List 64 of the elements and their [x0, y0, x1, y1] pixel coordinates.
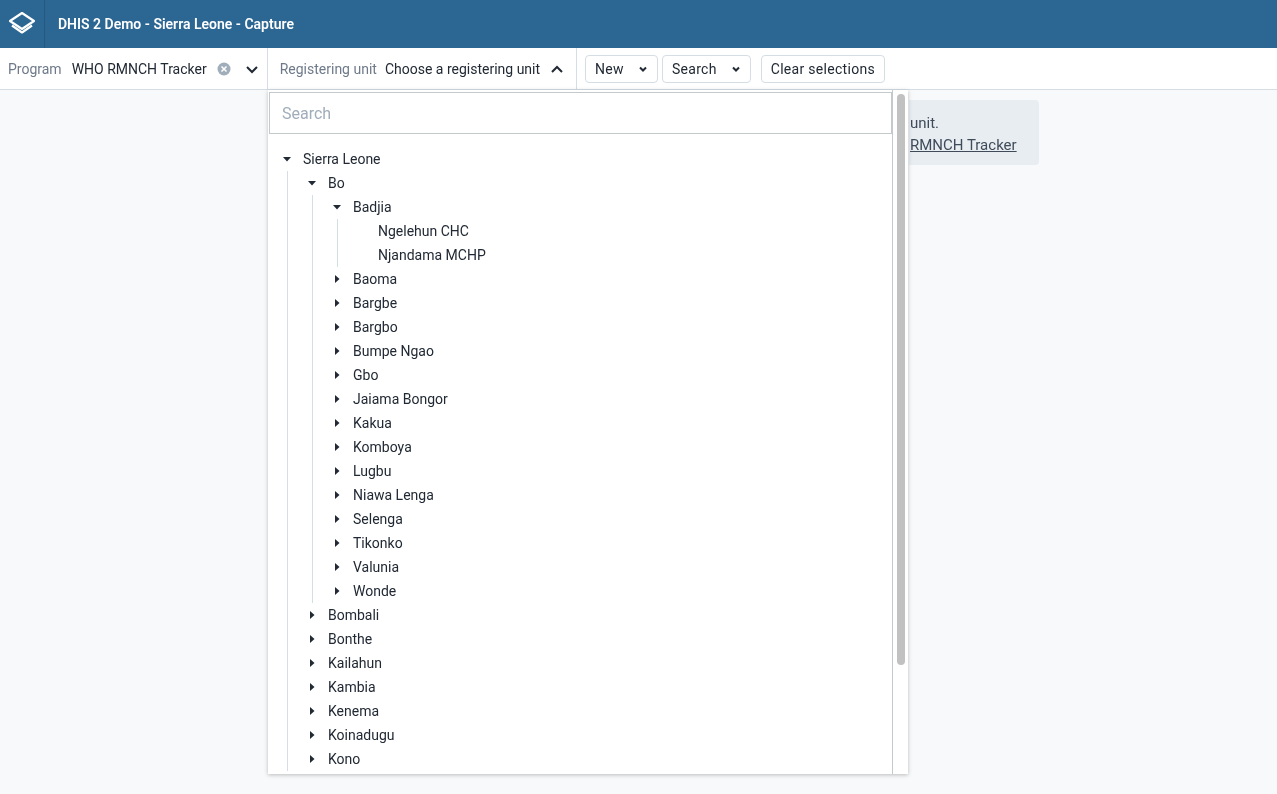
scrollbar-thumb[interactable]: [897, 94, 905, 665]
search-field[interactable]: Search: [269, 92, 892, 134]
tree-item[interactable]: Gbo: [353, 367, 379, 383]
tree-item[interactable]: Ngelehun CHC: [378, 223, 469, 239]
caret-right-icon[interactable]: [333, 395, 341, 403]
menu-button[interactable]: New: [585, 54, 658, 83]
registering-unit-value[interactable]: Choose a registering unit: [384, 60, 541, 77]
tree-item[interactable]: Tikonko: [353, 535, 403, 551]
caret-right-icon[interactable]: [333, 443, 341, 451]
registering-unit-label: Registering unit: [279, 60, 377, 77]
caret-right-icon[interactable]: [333, 299, 341, 307]
caret-right-icon[interactable]: [333, 539, 341, 547]
tree-item[interactable]: Kailahun: [328, 655, 382, 671]
caret-right-icon[interactable]: [333, 587, 341, 595]
chevron-down-icon: [730, 64, 741, 73]
tree-item[interactable]: Kakua: [353, 415, 392, 431]
tree-item[interactable]: Niawa Lenga: [353, 487, 434, 503]
caret-right-icon[interactable]: [308, 707, 316, 715]
caret-right-icon[interactable]: [308, 683, 316, 691]
tree-item[interactable]: Bonthe: [328, 631, 373, 647]
tree-item[interactable]: Badjia: [353, 199, 392, 215]
app-title: DHIS 2 Demo - Sierra Leone - Capture: [58, 16, 294, 32]
menu-button[interactable]: Search: [661, 54, 751, 83]
caret-right-icon[interactable]: [308, 635, 316, 643]
caret-right-icon[interactable]: [308, 659, 316, 667]
caret-right-icon[interactable]: [308, 731, 316, 739]
caret-right-icon[interactable]: [333, 347, 341, 355]
tree-item[interactable]: Kambia: [328, 679, 376, 695]
tree-item[interactable]: Wonde: [353, 583, 397, 599]
tree-item[interactable]: Sierra Leone: [303, 151, 381, 167]
tree-item[interactable]: Koinadugu: [328, 727, 395, 743]
caret-right-icon[interactable]: [308, 755, 316, 763]
chevron-down-icon: [637, 64, 648, 73]
caret-down-icon[interactable]: [333, 203, 341, 211]
tree-item[interactable]: Bombali: [328, 607, 380, 623]
caret-down-icon[interactable]: [283, 155, 291, 163]
tree-item[interactable]: Komboya: [353, 439, 412, 455]
program-label: Program: [8, 60, 62, 77]
tree-item[interactable]: Valunia: [353, 559, 400, 575]
clear-button[interactable]: Clear selections: [760, 54, 886, 83]
tree-item[interactable]: Baoma: [353, 271, 398, 287]
tree-item[interactable]: Selenga: [353, 511, 403, 527]
caret-right-icon[interactable]: [333, 563, 341, 571]
caret-right-icon[interactable]: [308, 611, 316, 619]
info-text: unit.: [910, 113, 940, 134]
caret-right-icon[interactable]: [333, 491, 341, 499]
caret-right-icon[interactable]: [333, 515, 341, 523]
tree-item[interactable]: Bo: [328, 175, 345, 191]
tree-item[interactable]: Jaiama Bongor: [353, 391, 448, 407]
tree-item[interactable]: Bargbe: [353, 295, 398, 311]
tree-item[interactable]: Lugbu: [353, 463, 392, 479]
caret-right-icon[interactable]: [333, 419, 341, 427]
tree-item[interactable]: Njandama MCHP: [378, 247, 486, 263]
tree-item[interactable]: Kenema: [328, 703, 380, 719]
tree-item[interactable]: Bargbo: [353, 319, 398, 335]
caret-right-icon[interactable]: [333, 371, 341, 379]
program-link[interactable]: RMNCH Tracker: [910, 134, 1017, 156]
tree-item[interactable]: Kono: [328, 751, 361, 767]
tree-item[interactable]: Bumpe Ngao: [353, 343, 434, 359]
caret-right-icon[interactable]: [333, 467, 341, 475]
caret-down-icon[interactable]: [308, 179, 316, 187]
caret-right-icon[interactable]: [333, 275, 341, 283]
caret-right-icon[interactable]: [333, 323, 341, 331]
program-value[interactable]: WHO RMNCH Tracker: [71, 60, 207, 77]
